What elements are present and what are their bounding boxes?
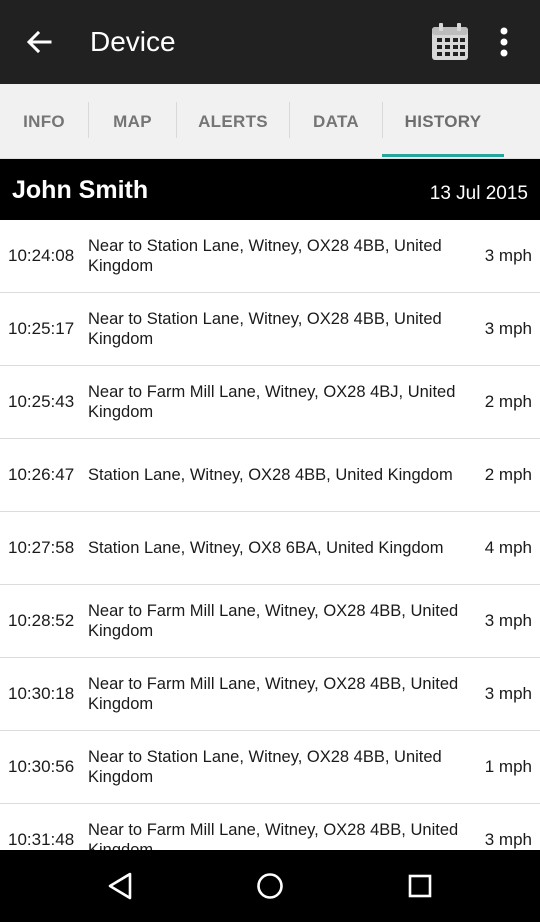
row-time: 10:31:48 bbox=[8, 830, 75, 849]
nav-back-icon[interactable] bbox=[100, 866, 140, 906]
row-time: 10:25:43 bbox=[8, 392, 75, 411]
list-item[interactable]: 10:28:52 Near to Farm Mill Lane, Witney,… bbox=[0, 585, 540, 658]
row-address: Near to Station Lane, Witney, OX28 4BB, … bbox=[88, 237, 442, 275]
row-time: 10:26:47 bbox=[8, 465, 75, 484]
tab-map[interactable]: MAP bbox=[89, 84, 176, 159]
tab-data[interactable]: DATA bbox=[290, 84, 382, 159]
tab-alerts[interactable]: ALERTS bbox=[177, 84, 289, 159]
nav-recents-icon[interactable] bbox=[400, 866, 440, 906]
row-time: 10:28:52 bbox=[8, 611, 75, 630]
row-address: Station Lane, Witney, OX8 6BA, United Ki… bbox=[88, 539, 444, 557]
more-vert-icon[interactable] bbox=[490, 22, 518, 62]
row-address: Station Lane, Witney, OX28 4BB, United K… bbox=[88, 466, 453, 484]
nav-home-icon[interactable] bbox=[250, 866, 290, 906]
back-arrow-icon[interactable] bbox=[18, 22, 66, 62]
list-item[interactable]: 10:30:56 Near to Station Lane, Witney, O… bbox=[0, 731, 540, 804]
row-address: Near to Farm Mill Lane, Witney, OX28 4BB… bbox=[88, 602, 459, 640]
tab-label: INFO bbox=[23, 111, 65, 131]
list-item[interactable]: 10:25:43 Near to Farm Mill Lane, Witney,… bbox=[0, 366, 540, 439]
tab-info[interactable]: INFO bbox=[0, 84, 88, 159]
tab-label: MAP bbox=[113, 111, 152, 131]
list-item[interactable]: 10:25:17 Near to Station Lane, Witney, O… bbox=[0, 293, 540, 366]
tab-bar: INFO MAP ALERTS DATA HISTORY bbox=[0, 84, 540, 159]
tab-history[interactable]: HISTORY bbox=[382, 84, 504, 159]
row-time: 10:30:18 bbox=[8, 684, 75, 703]
row-address: Near to Farm Mill Lane, Witney, OX28 4BB… bbox=[88, 821, 459, 850]
system-nav-bar bbox=[0, 850, 540, 922]
row-address: Near to Farm Mill Lane, Witney, OX28 4BJ… bbox=[88, 383, 456, 421]
row-time: 10:24:08 bbox=[8, 246, 75, 265]
row-speed: 4 mph bbox=[484, 538, 532, 557]
row-speed: 3 mph bbox=[484, 684, 532, 703]
row-speed: 3 mph bbox=[484, 319, 532, 338]
row-speed: 2 mph bbox=[484, 392, 532, 411]
history-header: John Smith 13 Jul 2015 bbox=[0, 159, 540, 220]
list-item[interactable]: 10:31:48 Near to Farm Mill Lane, Witney,… bbox=[0, 804, 540, 850]
list-item[interactable]: 10:27:58 Station Lane, Witney, OX8 6BA, … bbox=[0, 512, 540, 585]
app-bar: Device bbox=[0, 0, 540, 84]
row-time: 10:27:58 bbox=[8, 538, 75, 557]
row-time: 10:30:56 bbox=[8, 757, 75, 776]
user-name: John Smith bbox=[12, 176, 149, 204]
row-speed: 1 mph bbox=[484, 757, 532, 776]
list-item[interactable]: 10:30:18 Near to Farm Mill Lane, Witney,… bbox=[0, 658, 540, 731]
row-time: 10:25:17 bbox=[8, 319, 75, 338]
history-list[interactable]: 10:24:08 Near to Station Lane, Witney, O… bbox=[0, 220, 540, 850]
page-title: Device bbox=[90, 26, 176, 57]
list-item[interactable]: 10:26:47 Station Lane, Witney, OX28 4BB,… bbox=[0, 439, 540, 512]
row-address: Near to Station Lane, Witney, OX28 4BB, … bbox=[88, 748, 442, 786]
tab-label: HISTORY bbox=[404, 111, 482, 131]
row-speed: 3 mph bbox=[484, 246, 532, 265]
row-speed: 2 mph bbox=[484, 465, 532, 484]
row-speed: 3 mph bbox=[484, 830, 532, 849]
tab-label: DATA bbox=[313, 111, 359, 131]
history-date: 13 Jul 2015 bbox=[429, 183, 528, 204]
row-address: Near to Station Lane, Witney, OX28 4BB, … bbox=[88, 310, 442, 348]
calendar-icon[interactable] bbox=[428, 20, 472, 64]
row-address: Near to Farm Mill Lane, Witney, OX28 4BB… bbox=[88, 675, 459, 713]
list-item[interactable]: 10:24:08 Near to Station Lane, Witney, O… bbox=[0, 220, 540, 293]
row-speed: 3 mph bbox=[484, 611, 532, 630]
tab-active-indicator bbox=[382, 154, 504, 157]
tab-label: ALERTS bbox=[198, 111, 268, 131]
